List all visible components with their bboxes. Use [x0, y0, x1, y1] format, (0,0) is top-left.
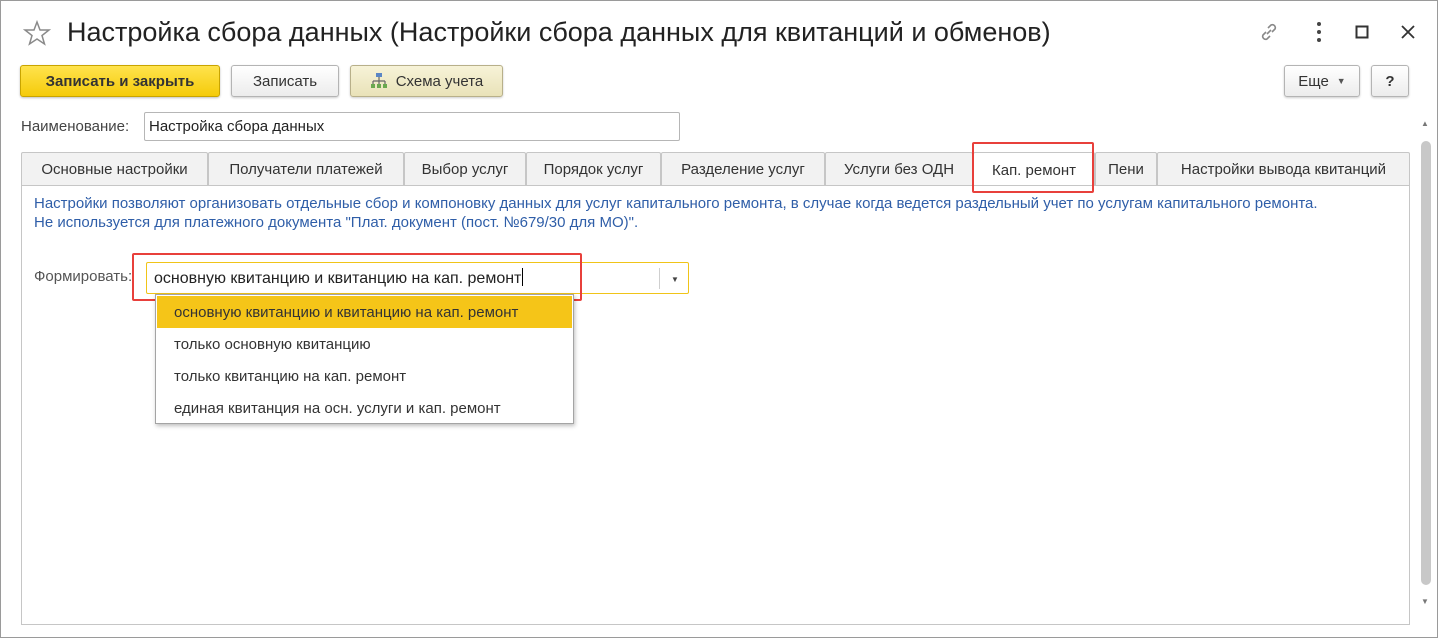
- link-icon[interactable]: [1256, 19, 1282, 45]
- form-window: Настройка сбора данных (Настройки сбора …: [0, 0, 1438, 638]
- accounting-scheme-label: Схема учета: [395, 72, 484, 90]
- tab-penalties[interactable]: Пени: [1095, 152, 1157, 186]
- info-text: Настройки позволяют организовать отдельн…: [34, 194, 1404, 232]
- tab-payment-recipients[interactable]: Получатели платежей: [208, 152, 404, 186]
- combo-separator: [659, 268, 660, 289]
- name-input[interactable]: [144, 112, 680, 141]
- save-button[interactable]: Записать: [231, 65, 339, 97]
- tab-service-split[interactable]: Разделение услуг: [661, 152, 825, 186]
- more-dots-icon[interactable]: [1306, 19, 1332, 45]
- tab-service-order[interactable]: Порядок услуг: [526, 152, 661, 186]
- hierarchy-icon: [370, 73, 387, 88]
- close-icon[interactable]: [1395, 19, 1421, 45]
- tab-receipt-output-settings[interactable]: Настройки вывода квитанций: [1157, 152, 1410, 186]
- more-label: Еще: [1298, 72, 1329, 90]
- info-line-1: Настройки позволяют организовать отдельн…: [34, 195, 1318, 212]
- chevron-down-icon[interactable]: ▼: [665, 270, 685, 288]
- accounting-scheme-button[interactable]: Схема учета: [350, 65, 503, 97]
- maximize-icon[interactable]: [1349, 19, 1375, 45]
- star-icon[interactable]: [23, 19, 51, 47]
- dropdown-option[interactable]: только квитанцию на кап. ремонт: [157, 360, 572, 392]
- scroll-up-arrow[interactable]: ▲: [1421, 119, 1429, 128]
- dropdown-option[interactable]: только основную квитанцию: [157, 328, 572, 360]
- tab-service-selection[interactable]: Выбор услуг: [404, 152, 526, 186]
- info-line-2: Не используется для платежного документа…: [34, 214, 639, 231]
- window-title: Настройка сбора данных (Настройки сбора …: [67, 17, 1051, 47]
- generate-dropdown-list: основную квитанцию и квитанцию на кап. р…: [155, 294, 574, 424]
- name-label: Наименование:: [21, 118, 130, 135]
- more-button[interactable]: Еще ▼: [1284, 65, 1360, 97]
- tab-capital-repair[interactable]: Кап. ремонт: [973, 152, 1095, 187]
- dropdown-option[interactable]: единая квитанция на осн. услуги и кап. р…: [157, 392, 572, 424]
- chevron-down-icon: ▼: [1336, 76, 1346, 86]
- tab-services-without-odn[interactable]: Услуги без ОДН: [825, 152, 973, 186]
- generate-select-value: основную квитанцию и квитанцию на кап. р…: [154, 270, 522, 287]
- help-button[interactable]: ?: [1371, 65, 1409, 97]
- dropdown-option[interactable]: основную квитанцию и квитанцию на кап. р…: [157, 296, 572, 328]
- scroll-down-arrow[interactable]: ▼: [1421, 597, 1429, 606]
- scrollbar-thumb[interactable]: [1421, 141, 1431, 585]
- generate-label: Формировать:: [34, 268, 133, 285]
- tab-main-settings[interactable]: Основные настройки: [21, 152, 208, 186]
- generate-select[interactable]: основную квитанцию и квитанцию на кап. р…: [146, 262, 689, 294]
- save-and-close-button[interactable]: Записать и закрыть: [20, 65, 220, 97]
